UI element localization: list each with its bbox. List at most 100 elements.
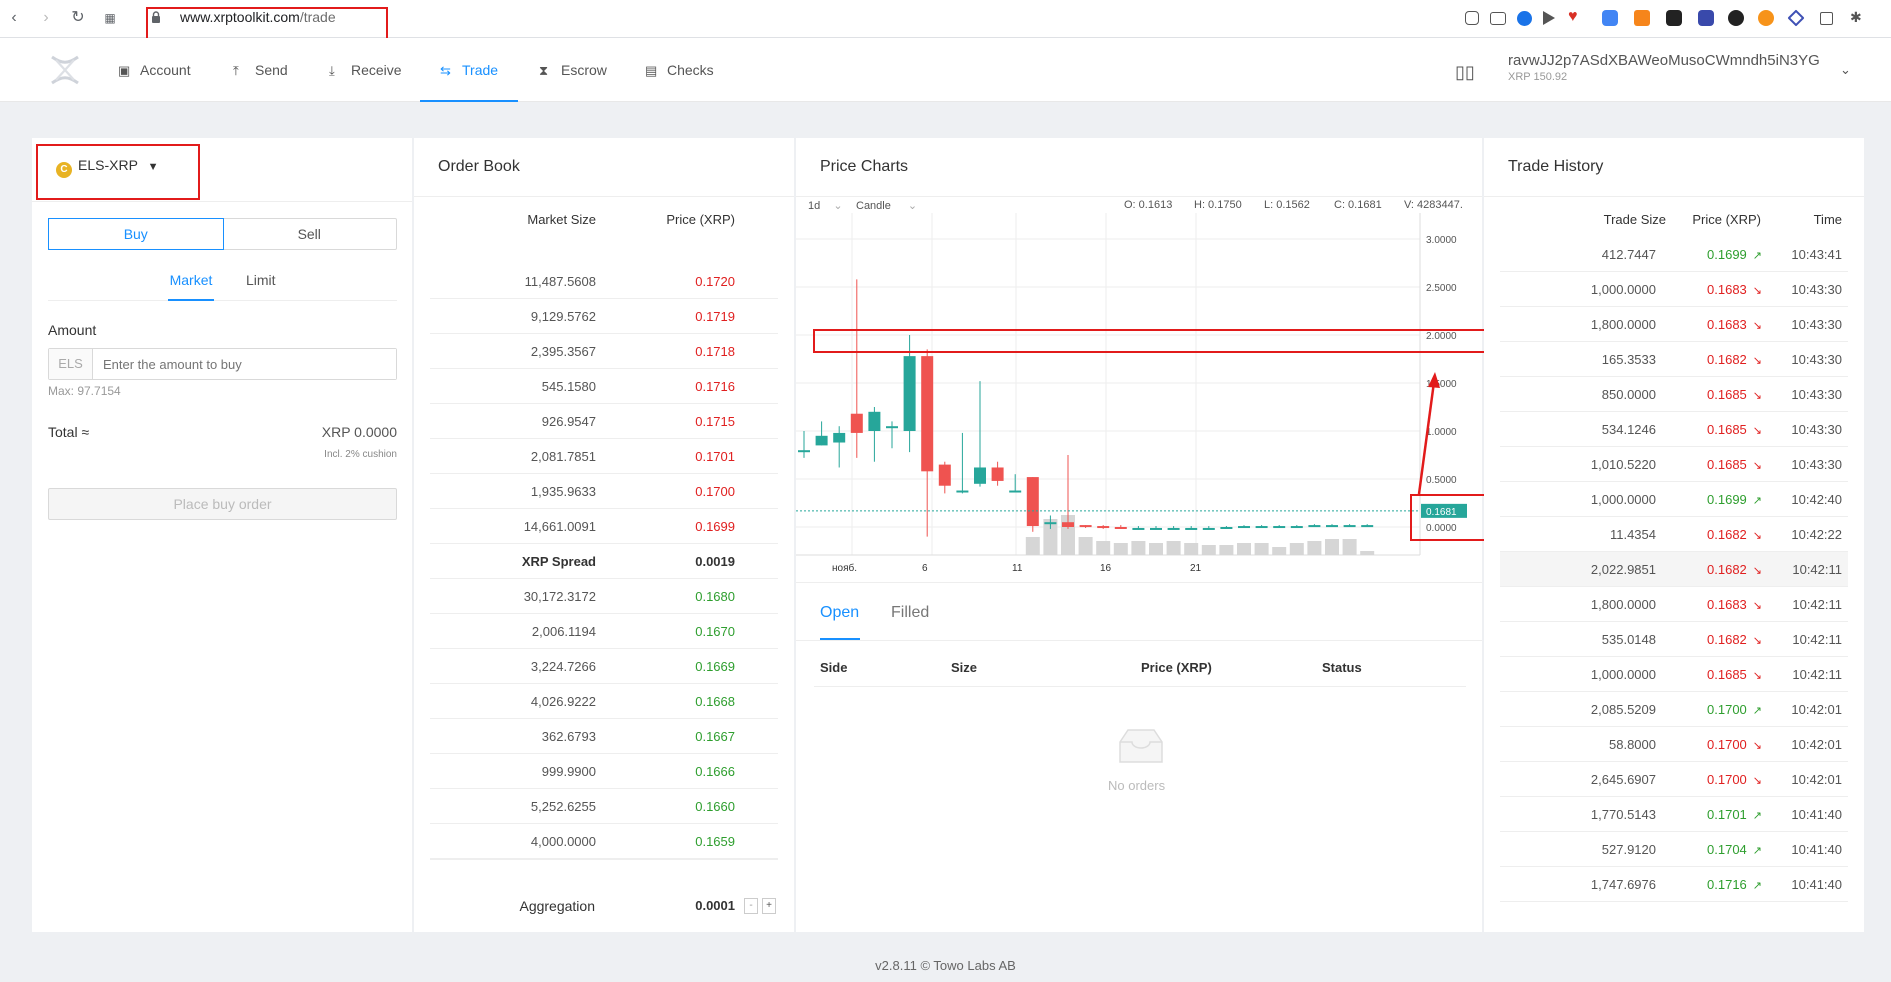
metamask-extension-icon[interactable] <box>1634 10 1650 26</box>
shield-extension-icon[interactable] <box>1517 11 1532 26</box>
trade-history-row[interactable]: 1,000.0000 0.1699 ↗ 10:42:40 <box>1500 482 1848 517</box>
account-balance: XRP 150.92 <box>1508 71 1568 83</box>
chevron-down-icon[interactable]: ⌄ <box>1840 62 1851 78</box>
aggregation-increase-button[interactable]: + <box>762 898 776 914</box>
arrow-down-right-icon: ↘ <box>1752 285 1762 297</box>
ask-row[interactable]: 1,935.9633 0.1700 <box>430 474 778 509</box>
nav-send[interactable]: ⤒ Send <box>233 38 288 102</box>
total-value: XRP 0.0000 <box>321 424 397 440</box>
trade-time: 10:43:30 <box>1791 282 1842 297</box>
tab-market[interactable]: Market <box>168 272 214 301</box>
book-icon[interactable]: ▯▯ <box>1455 62 1475 83</box>
edit-extension-icon[interactable] <box>1465 11 1479 25</box>
circle-extension-icon[interactable] <box>1728 10 1744 26</box>
ask-price: 0.1715 <box>695 414 735 429</box>
ask-row[interactable]: 545.1580 0.1716 <box>430 369 778 404</box>
interval-select[interactable]: 1d ⌄ <box>808 199 843 212</box>
ask-row[interactable]: 926.9547 0.1715 <box>430 404 778 439</box>
send-extension-icon[interactable] <box>1543 11 1555 25</box>
ask-row[interactable]: 14,661.0091 0.1699 <box>430 509 778 544</box>
trade-size: 535.0148 <box>1601 632 1656 647</box>
sell-tab[interactable]: Sell <box>223 219 397 249</box>
trade-history-row[interactable]: 2,022.9851 0.1682 ↘ 10:42:11 <box>1500 552 1848 587</box>
heart-extension-icon[interactable]: ♥ <box>1568 8 1586 26</box>
reload-icon[interactable]: ↻ <box>68 8 88 28</box>
ask-row[interactable]: 11,487.5608 0.1720 <box>430 264 778 299</box>
ask-row[interactable]: 2,395.3567 0.1718 <box>430 334 778 369</box>
trade-history-row[interactable]: 535.0148 0.1682 ↘ 10:42:11 <box>1500 622 1848 657</box>
trade-history-row[interactable]: 1,000.0000 0.1683 ↘ 10:43:30 <box>1500 272 1848 307</box>
bid-row[interactable]: 30,172.3172 0.1680 <box>430 579 778 614</box>
nav-trade[interactable]: ⇆ Trade <box>420 38 518 102</box>
trade-history-row[interactable]: 2,085.5209 0.1700 ↗ 10:42:01 <box>1500 692 1848 727</box>
trade-history-row[interactable]: 412.7447 0.1699 ↗ 10:43:41 <box>1500 237 1848 272</box>
translate-extension-icon[interactable] <box>1602 10 1618 26</box>
trade-history-row[interactable]: 1,010.5220 0.1685 ↘ 10:43:30 <box>1500 447 1848 482</box>
bid-row[interactable]: 4,000.0000 0.1659 <box>430 824 778 859</box>
chart-style-select[interactable]: Candle ⌄ <box>856 199 917 212</box>
divider <box>1484 196 1864 197</box>
nav-checks[interactable]: ▤ Checks <box>645 38 714 102</box>
x-tick-label: 6 <box>922 563 928 574</box>
candlestick-chart[interactable]: 3.00002.50002.00001.50001.00000.50000.00… <box>796 213 1482 583</box>
trade-history-row[interactable]: 1,000.0000 0.1685 ↘ 10:42:11 <box>1500 657 1848 692</box>
bid-row[interactable]: 362.6793 0.1667 <box>430 719 778 754</box>
ask-size: 14,661.0091 <box>523 519 596 534</box>
xrptoolkit-logo-icon[interactable] <box>48 54 82 86</box>
coin-extension-icon[interactable] <box>1758 10 1774 26</box>
wallet-extension-icon[interactable] <box>1698 10 1714 26</box>
trade-history-row[interactable]: 527.9120 0.1704 ↗ 10:41:40 <box>1500 832 1848 867</box>
total-label: Total ≈ <box>48 424 90 440</box>
trade-history-row[interactable]: 850.0000 0.1685 ↘ 10:43:30 <box>1500 377 1848 412</box>
trade-history-row[interactable]: 11.4354 0.1682 ↘ 10:42:22 <box>1500 517 1848 552</box>
bid-row[interactable]: 3,224.7266 0.1669 <box>430 649 778 684</box>
nav-account-label: Account <box>140 62 191 78</box>
orders-col-size: Size <box>951 660 978 675</box>
arrow-down-right-icon: ↘ <box>1752 355 1762 367</box>
ask-row[interactable]: 2,081.7851 0.1701 <box>430 439 778 474</box>
cube-extension-icon[interactable] <box>1820 12 1833 25</box>
puzzle-extension-icon[interactable]: ✱ <box>1850 9 1868 27</box>
bid-row[interactable]: 4,026.9222 0.1668 <box>430 684 778 719</box>
apps-grid-icon[interactable]: ▦ <box>100 8 120 28</box>
account-selector[interactable]: ravwJJ2p7ASdXBAWeoMusoCWmndh5iN3YG XRP 1… <box>1508 52 1820 83</box>
volume-bar <box>1219 545 1234 555</box>
nav-account[interactable]: ▣ Account <box>118 38 191 102</box>
nav-trade-label: Trade <box>462 62 499 78</box>
trade-history-row[interactable]: 534.1246 0.1685 ↘ 10:43:30 <box>1500 412 1848 447</box>
place-order-button[interactable]: Place buy order <box>48 488 397 520</box>
app-header: ▣ Account ⤒ Send ⤓ Receive ⇆ Trade ⧗ Escrow ▤… <box>0 38 1891 102</box>
trade-history-row[interactable]: 2,645.6907 0.1700 ↘ 10:42:01 <box>1500 762 1848 797</box>
amount-label: Amount <box>48 322 97 338</box>
back-icon[interactable]: ‹ <box>4 8 24 28</box>
aggregation-decrease-button[interactable]: - <box>744 898 758 914</box>
ask-row[interactable]: 9,129.5762 0.1719 <box>430 299 778 334</box>
tab-open-orders[interactable]: Open <box>820 604 860 640</box>
buy-tab[interactable]: Buy <box>48 218 224 250</box>
camera-extension-icon[interactable] <box>1490 12 1506 25</box>
bid-row[interactable]: 999.9900 0.1666 <box>430 754 778 789</box>
trade-history-row[interactable]: 1,770.5143 0.1701 ↗ 10:41:40 <box>1500 797 1848 832</box>
amount-input[interactable] <box>93 349 396 379</box>
volume-bar <box>1113 543 1128 555</box>
trade-history-row[interactable]: 1,800.0000 0.1683 ↘ 10:42:11 <box>1500 587 1848 622</box>
volume-bar <box>1184 543 1199 555</box>
trade-price: 0.1685 <box>1707 387 1747 402</box>
diamond-extension-icon[interactable] <box>1787 9 1805 27</box>
tab-filled-orders[interactable]: Filled <box>891 604 929 622</box>
tab-limit[interactable]: Limit <box>246 272 276 288</box>
trade-history-row[interactable]: 58.8000 0.1700 ↘ 10:42:01 <box>1500 727 1848 762</box>
trade-size: 412.7447 <box>1601 247 1656 262</box>
nav-escrow[interactable]: ⧗ Escrow <box>539 38 607 102</box>
forward-icon[interactable]: › <box>36 8 56 28</box>
bid-row[interactable]: 5,252.6255 0.1660 <box>430 789 778 824</box>
bid-row[interactable]: 2,006.1194 0.1670 <box>430 614 778 649</box>
binance-extension-icon[interactable] <box>1666 10 1682 26</box>
trade-history-row[interactable]: 165.3533 0.1682 ↘ 10:43:30 <box>1500 342 1848 377</box>
trade-time: 10:43:30 <box>1791 352 1842 367</box>
trade-history-row[interactable]: 1,747.6976 0.1716 ↗ 10:41:40 <box>1500 867 1848 902</box>
ask-price: 0.1700 <box>695 484 735 499</box>
candle-body <box>1009 490 1022 493</box>
nav-receive[interactable]: ⤓ Receive <box>329 38 402 102</box>
trade-history-row[interactable]: 1,800.0000 0.1683 ↘ 10:43:30 <box>1500 307 1848 342</box>
